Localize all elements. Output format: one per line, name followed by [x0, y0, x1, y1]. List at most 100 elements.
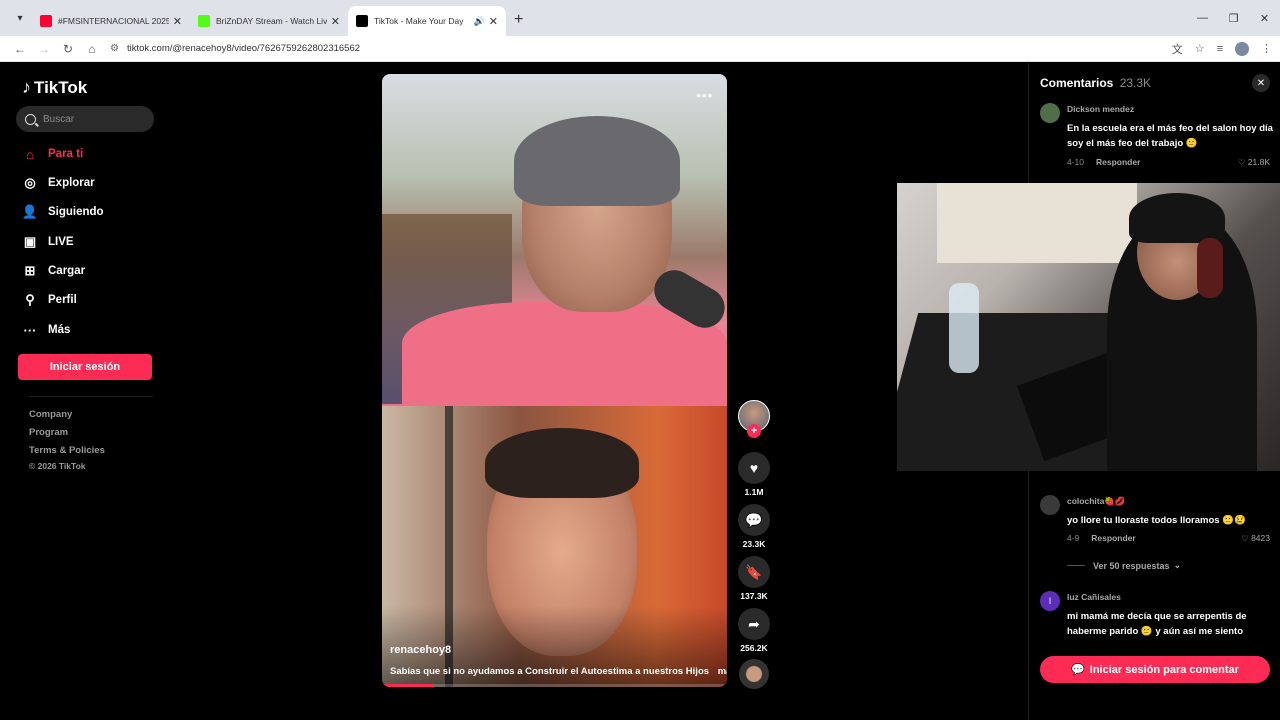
footer-terms[interactable]: Terms & Policies [29, 445, 105, 456]
bookmark-star-icon[interactable]: ☆ [1195, 42, 1205, 55]
save-action[interactable]: 🔖 137.3K [738, 556, 770, 601]
stream-overlay-video[interactable] [897, 183, 1280, 471]
progress-fill [382, 684, 434, 687]
reply-button[interactable]: Responder [1091, 533, 1135, 543]
media-controls-icon[interactable]: ≡ [1217, 43, 1223, 55]
close-comments-icon[interactable]: ✕ [1252, 74, 1270, 92]
url-text: tiktok.com/@renacehoy8/video/76267592628… [126, 43, 361, 54]
search-placeholder: Buscar [43, 113, 75, 125]
video-author[interactable]: renacehoy8 [390, 644, 451, 656]
login-to-comment-button[interactable]: 💬 Iniciar sesión para comentar [1040, 656, 1270, 683]
comment-icon: 💬 [738, 504, 770, 536]
man-hair [485, 428, 639, 498]
site-settings-icon[interactable]: ⚙ [110, 43, 119, 54]
menu-kebab-icon[interactable]: ⋮ [1261, 42, 1272, 55]
commenter-avatar[interactable]: l [1040, 591, 1060, 611]
back-icon[interactable]: ← [8, 42, 32, 56]
comment-meta: 4-10 Responder [1067, 157, 1140, 167]
follow-plus-icon[interactable]: + [747, 424, 761, 438]
pink-shirt [402, 302, 727, 406]
nav-para-ti[interactable]: ⌂ Para ti [22, 146, 83, 162]
search-input[interactable]: Buscar [16, 106, 154, 132]
comment-item: colochita🍓💋 yo llore tu lloraste todos l… [1040, 495, 1274, 545]
caption-more-link[interactable]: más [718, 666, 727, 677]
video-top-frame: ••• [382, 74, 727, 406]
new-tab-icon[interactable]: + [514, 11, 523, 29]
close-window-icon[interactable]: ✕ [1249, 0, 1280, 36]
save-count: 137.3K [740, 591, 768, 601]
nav-label: Explorar [48, 177, 95, 189]
commenter-avatar[interactable] [1040, 103, 1060, 123]
comment-text: yo llore tu lloraste todos lloramos 🙂😢 [1067, 515, 1246, 526]
nav-explorar[interactable]: ◎ Explorar [22, 175, 95, 191]
nav-label: Para ti [48, 148, 84, 160]
more-options-icon[interactable]: ••• [696, 88, 713, 103]
minimize-icon[interactable]: — [1187, 0, 1218, 36]
logo-text: TikTok [34, 77, 88, 97]
home-icon[interactable]: ⌂ [80, 42, 104, 56]
sidebar: ♪ TikTok Buscar ⌂ Para ti ◎ Explorar 👤 S… [0, 63, 170, 720]
nav-mas[interactable]: ··· Más [22, 322, 71, 338]
reply-button[interactable]: Responder [1096, 157, 1140, 167]
commenter-name[interactable]: Dickson mendez [1067, 104, 1134, 114]
commenter-avatar[interactable] [1040, 495, 1060, 515]
like-action[interactable]: ♥ 1.1M [738, 452, 770, 497]
video-progress-bar[interactable] [382, 684, 727, 687]
share-action[interactable]: ➦ 256.2K [738, 608, 770, 653]
view-replies-text: Ver 50 respuestas [1093, 560, 1170, 571]
following-icon: 👤 [21, 204, 39, 219]
compass-icon: ◎ [24, 175, 36, 190]
forward-icon[interactable]: → [32, 42, 56, 56]
headset [1197, 238, 1223, 298]
url-field[interactable]: ⚙ tiktok.com/@renacehoy8/video/762675926… [110, 38, 1172, 60]
browser-tab-2[interactable]: BriZnDAY Stream - Watch Live on Kick ✕ [190, 6, 348, 36]
nav-live[interactable]: ▣ LIVE [22, 234, 74, 250]
comment-likes[interactable]: ♡ 21.8K [1238, 157, 1270, 168]
close-tab-icon[interactable]: ✕ [489, 15, 498, 28]
video-player[interactable]: ••• renacehoy8 Sabías que si no ayudamos… [382, 74, 727, 687]
commenter-name[interactable]: luz Cañisales [1067, 592, 1121, 602]
tiktok-page: ♪ TikTok Buscar ⌂ Para ti ◎ Explorar 👤 S… [0, 63, 1280, 720]
comment-bubble-icon: 💬 [1071, 664, 1085, 676]
tab-search-icon[interactable]: ▾ [8, 6, 32, 30]
login-button[interactable]: Iniciar sesión [18, 354, 152, 380]
upload-icon: ⊞ [24, 263, 36, 278]
speaker-icon[interactable]: 🔊 [474, 16, 485, 27]
close-tab-icon[interactable]: ✕ [173, 15, 182, 28]
water-bottle [949, 283, 979, 373]
tiktok-logo[interactable]: ♪ TikTok [22, 77, 87, 98]
shelf-background [937, 183, 1137, 263]
reload-icon[interactable]: ↻ [56, 42, 80, 56]
nav-cargar[interactable]: ⊞ Cargar [22, 263, 86, 279]
heart-icon: ♥ [738, 452, 770, 484]
nav-label: Perfil [48, 294, 77, 306]
sidebar-divider [29, 396, 153, 397]
tab-title: #FMSINTERNACIONAL 2025/2026 [58, 16, 169, 26]
close-tab-icon[interactable]: ✕ [331, 15, 340, 28]
browser-tab-3[interactable]: TikTok - Make Your Day 🔊 ✕ [348, 6, 506, 36]
comments-title: Comentarios 23.3K [1040, 76, 1151, 90]
comment-like-count: 21.8K [1247, 157, 1270, 167]
nav-label: Más [48, 324, 71, 336]
comment-date: 4-9 [1067, 533, 1080, 543]
browser-tab-1[interactable]: #FMSINTERNACIONAL 2025/2026 ✕ [32, 6, 190, 36]
commenter-name[interactable]: colochita🍓💋 [1067, 496, 1125, 507]
translate-icon[interactable]: 文 [1172, 41, 1183, 57]
comment-text: En la escuela era el más feo del salon h… [1067, 123, 1273, 149]
video-caption: Sabías que si no ayudamos a Construir el… [390, 666, 727, 677]
footer-company[interactable]: Company [29, 409, 72, 420]
comment-action[interactable]: 💬 23.3K [738, 504, 770, 549]
comment-likes[interactable]: ♡ 8423 [1241, 533, 1270, 544]
view-replies-link[interactable]: Ver 50 respuestas ⌄ [1067, 560, 1181, 571]
music-disc-icon[interactable] [739, 659, 769, 689]
tiktok-icon [356, 15, 368, 27]
nav-perfil[interactable]: ⚲ Perfil [22, 292, 77, 308]
like-count: 1.1M [744, 487, 764, 497]
browser-tab-bar: ▾ #FMSINTERNACIONAL 2025/2026 ✕ BriZnDAY… [0, 0, 1280, 36]
footer-program[interactable]: Program [29, 427, 68, 438]
profile-avatar-icon[interactable] [1235, 41, 1249, 56]
restore-icon[interactable]: ❐ [1218, 0, 1249, 36]
browser-tools: 文 ☆ ≡ ⋮ [1172, 41, 1280, 57]
nav-siguiendo[interactable]: 👤 Siguiendo [22, 204, 104, 220]
copyright: © 2026 TikTok [29, 461, 86, 471]
